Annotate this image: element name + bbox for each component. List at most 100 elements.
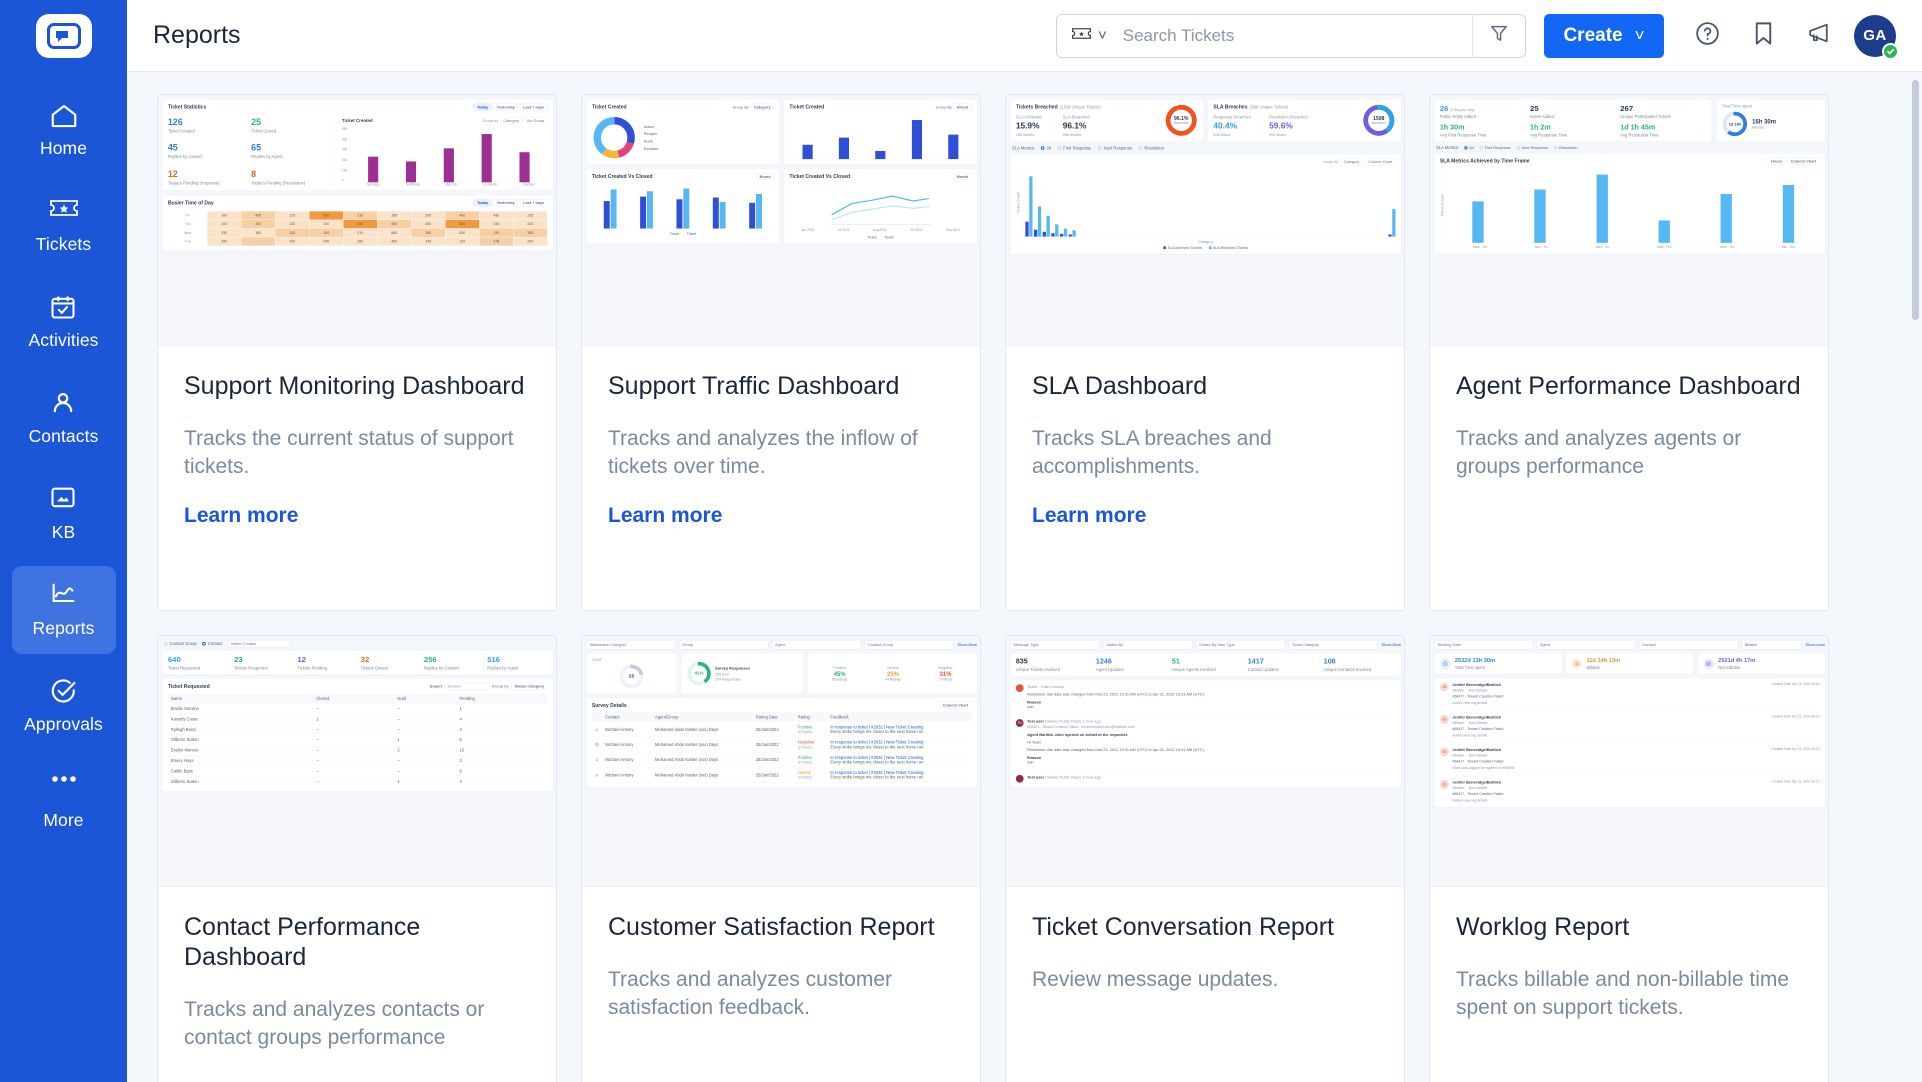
- radio-resolution[interactable]: Resolution: [1144, 146, 1164, 151]
- sidebar-item-tickets[interactable]: Tickets: [12, 182, 116, 270]
- group-by-select[interactable]: Hours: [1767, 157, 1786, 165]
- search-box: ˅: [1056, 13, 1526, 58]
- group-by-select[interactable]: Month: [953, 173, 972, 180]
- sidebar-item-contacts[interactable]: Contacts: [12, 374, 116, 462]
- app-logo[interactable]: [35, 14, 92, 58]
- legend-item: Escalate: [643, 146, 659, 152]
- filter-agent[interactable]: Agent: [1536, 640, 1636, 650]
- table-row: Caitlin Bass -- -- 6: [167, 765, 548, 777]
- radio-next-response[interactable]: Next Response: [1104, 146, 1133, 151]
- filter-button[interactable]: [1473, 14, 1525, 58]
- contact-select[interactable]: Select Contact: [227, 640, 291, 648]
- sidebar-item-activities[interactable]: Activities: [12, 278, 116, 366]
- report-card[interactable]: Tickets Breached (1038 Unique Tickets) SL…: [1005, 94, 1405, 611]
- search-type-selector[interactable]: ˅: [1057, 26, 1117, 46]
- sidebar-item-approvals[interactable]: Approvals: [12, 662, 116, 750]
- group-by-select[interactable]: Category: [750, 103, 774, 111]
- learn-more-link[interactable]: Learn more: [184, 504, 530, 528]
- chart-type-select[interactable]: Column Chart: [1787, 157, 1820, 165]
- filter-message-type[interactable]: Message Type: [1010, 640, 1100, 650]
- group-by-select[interactable]: Brand: [953, 103, 972, 111]
- thumb-chart-title: Ticket Created: [341, 117, 373, 124]
- chart-type-select[interactable]: Column Chart: [1365, 158, 1396, 166]
- cell-pending: 10: [456, 744, 548, 756]
- kpi-label: Minutes: [1752, 125, 1765, 130]
- learn-more-link[interactable]: Learn more: [1032, 504, 1378, 528]
- group-by-select[interactable]: Category: [500, 117, 523, 124]
- sidebar-item-more[interactable]: More: [12, 758, 116, 846]
- filter-satisfaction-category[interactable]: Satisfaction Category: [586, 640, 676, 650]
- report-thumbnail: Ticket Created Group By Category Action …: [582, 95, 980, 346]
- row-label: Thu: [167, 219, 208, 229]
- column-header: Feedback: [827, 712, 972, 722]
- kpi-label: Tickets Reopened: [234, 665, 268, 671]
- report-card[interactable]: Message Type Added By Sorted By User Typ…: [1005, 635, 1405, 1082]
- show-more-link[interactable]: Show More: [958, 643, 978, 647]
- kpi-value: 12: [167, 169, 178, 179]
- filter-group[interactable]: Group: [679, 640, 769, 650]
- bookmark-button[interactable]: [1742, 15, 1784, 57]
- sidebar-item-home[interactable]: Home: [12, 86, 116, 174]
- report-card[interactable]: Contact Group Contact Select Contact 640…: [157, 635, 557, 1082]
- chart-type-select[interactable]: Column Chart: [939, 701, 972, 709]
- filter-agent[interactable]: Agent: [771, 640, 862, 650]
- report-card[interactable]: 26 (1 Avg per day) Public Reply Added 25 No…: [1429, 94, 1829, 611]
- table-search-input[interactable]: Search: [444, 682, 490, 690]
- report-card[interactable]: Ticket Created Group By Category Action …: [581, 94, 981, 611]
- row-label: Wed: [167, 228, 208, 238]
- filter-sorted-by-user-type[interactable]: Sorted By User Type: [1195, 640, 1286, 650]
- tab-last7[interactable]: Last 7 days: [519, 103, 548, 111]
- kpi-value: 2521d 4h 17m: [1718, 657, 1756, 664]
- show-more-link[interactable]: Show more: [1806, 643, 1826, 647]
- filter-worklog-date[interactable]: Worklog Date: [1434, 640, 1534, 650]
- kpi-value: 11d 14h 13m: [1586, 657, 1621, 664]
- filter-ticket-category[interactable]: Ticket Category: [1288, 640, 1378, 650]
- card-body: Contact Performance Dashboard Tracks and…: [158, 887, 556, 1075]
- group-by-select[interactable]: Brand: [756, 173, 774, 180]
- tab-yesterday[interactable]: Yesterday: [493, 199, 519, 207]
- tab-today[interactable]: Today: [473, 199, 492, 207]
- metric-sub: 953 times: [1269, 132, 1286, 137]
- search-input[interactable]: [1116, 25, 1472, 46]
- sidebar-item-reports[interactable]: Reports: [11, 566, 116, 654]
- announcement-button[interactable]: [1798, 15, 1840, 57]
- cell-closed: 1: [313, 713, 395, 725]
- help-button[interactable]: [1686, 15, 1728, 57]
- cell-agent: Mohamed Abdo Kattier (xxx) Days: [651, 752, 753, 768]
- create-button[interactable]: Create ˅: [1544, 13, 1664, 58]
- report-card[interactable]: Ticket Statistics Today Yesterday Last 7…: [157, 94, 557, 611]
- create-button-label: Create: [1563, 24, 1623, 46]
- legend-item: Audit: [643, 139, 653, 144]
- filter-added-by[interactable]: Added By: [1103, 640, 1193, 650]
- export-button[interactable]: Export: [430, 684, 442, 688]
- radio-all[interactable]: All: [1469, 146, 1473, 150]
- filter-contact-group[interactable]: Contact Group: [864, 640, 954, 650]
- report-card[interactable]: Satisfaction Category Group Agent Contac…: [581, 635, 981, 1082]
- tab-last7[interactable]: Last 7 days: [519, 199, 548, 207]
- table-row: Wed 330 180 100 100 210 660 190 430 120 380: [167, 228, 548, 238]
- radio-first-response[interactable]: First Response: [1485, 146, 1511, 150]
- filter-billable[interactable]: Billable: [1741, 640, 1802, 650]
- report-card[interactable]: Worklog Date Agent Contact Billable Show…: [1429, 635, 1829, 1082]
- radio-first-response[interactable]: First Response: [1063, 146, 1091, 151]
- cell-contact: Michael Antony: [602, 767, 652, 783]
- group-by-select[interactable]: Status Category: [511, 682, 548, 690]
- tab-today[interactable]: Today: [473, 103, 492, 111]
- tab-yesterday[interactable]: Yesterday: [493, 103, 519, 111]
- sidebar-item-kb[interactable]: KB: [12, 470, 116, 558]
- avatar[interactable]: GA: [1854, 14, 1899, 60]
- radio-next-response[interactable]: Next Response: [1522, 146, 1548, 150]
- vertical-scrollbar[interactable]: [1912, 80, 1919, 320]
- line-chart: [830, 195, 932, 225]
- filter-contact[interactable]: Contact: [1639, 640, 1738, 650]
- cell-hold: 1: [394, 776, 457, 787]
- learn-more-link[interactable]: Learn more: [608, 504, 954, 528]
- metric-value: 40.4%: [1213, 121, 1238, 131]
- radio-all[interactable]: All: [1046, 146, 1051, 151]
- group-by-select[interactable]: Category: [1340, 158, 1363, 166]
- radio-contact-group[interactable]: Contact Group: [170, 641, 197, 646]
- radio-resolution[interactable]: Resolution: [1559, 146, 1577, 150]
- radio-contact[interactable]: Contact: [208, 641, 222, 646]
- group-by-secondary[interactable]: No Group: [524, 117, 548, 124]
- show-more-link[interactable]: Show More: [1382, 643, 1402, 647]
